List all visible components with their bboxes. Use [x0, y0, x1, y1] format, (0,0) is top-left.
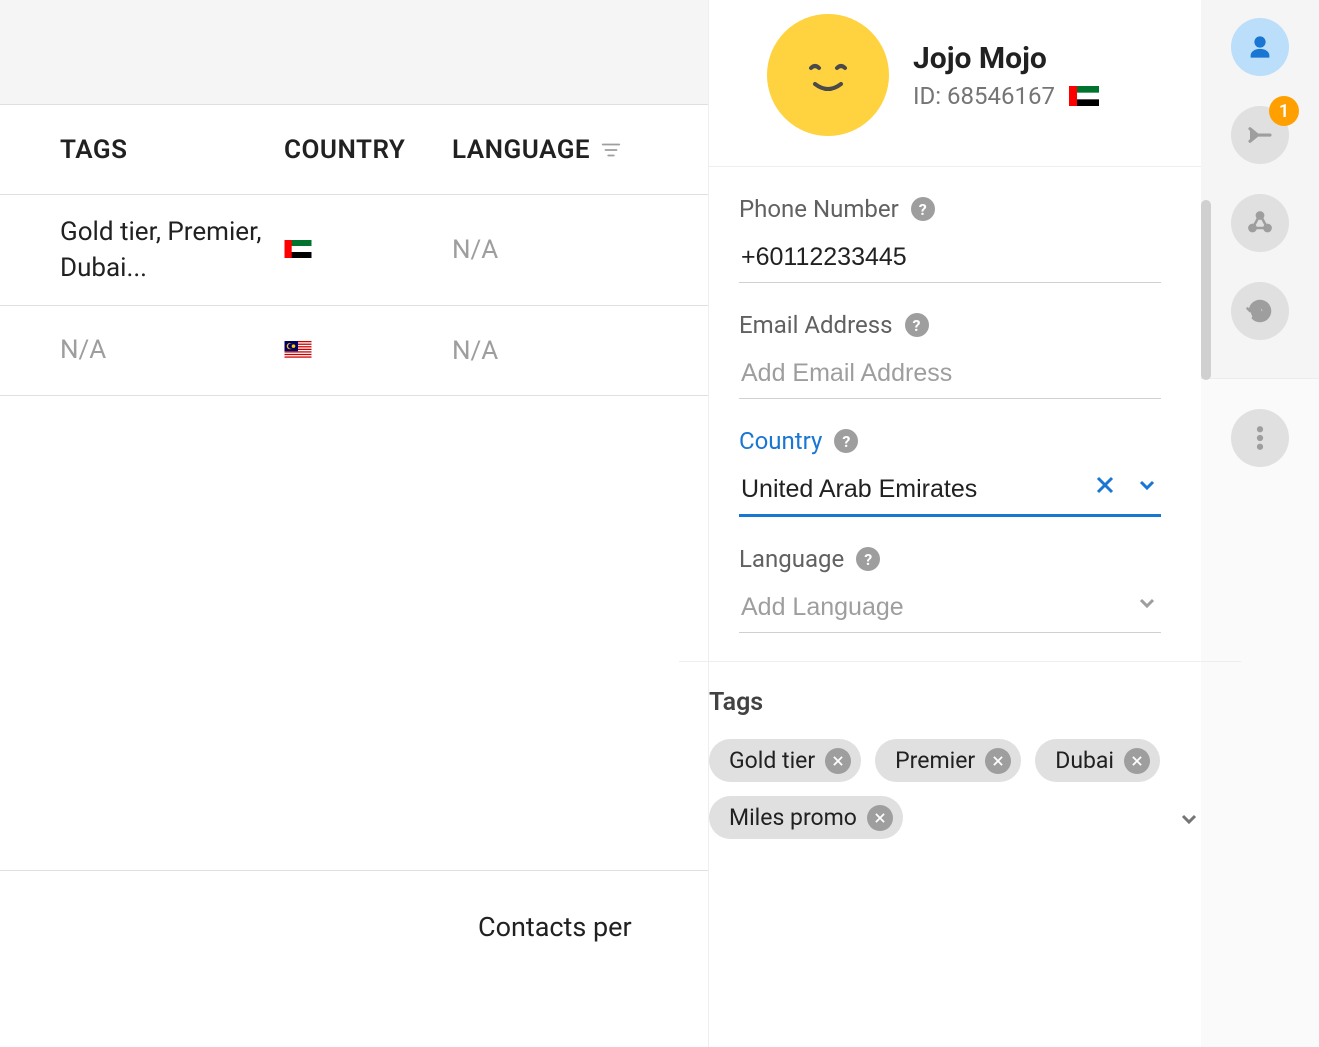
tag-label: Premier: [895, 747, 975, 774]
rail-more-button[interactable]: [1231, 409, 1289, 467]
phone-input[interactable]: [739, 237, 1161, 283]
share-icon: [1245, 208, 1275, 238]
flag-malaysia-icon: [284, 341, 312, 359]
email-label: Email Address: [739, 311, 893, 339]
remove-tag-icon[interactable]: [825, 748, 851, 774]
contact-detail-panel: Jojo Mojo ID: 68546167 Phone Number ? Em…: [708, 0, 1201, 1047]
th-tags[interactable]: TAGS: [60, 135, 284, 165]
rail-merge-button[interactable]: 1: [1231, 106, 1289, 164]
flag-uae-icon: [284, 240, 312, 258]
clear-icon[interactable]: [1093, 473, 1117, 497]
row-country: [284, 336, 452, 366]
th-country[interactable]: COUNTRY: [284, 135, 452, 165]
rail-badge: 1: [1269, 96, 1299, 126]
tag-label: Gold tier: [729, 747, 815, 774]
field-country: Country ?: [739, 427, 1161, 517]
row-tags: Gold tier, Premier, Dubai...: [60, 214, 284, 287]
field-phone: Phone Number ?: [739, 195, 1161, 283]
panel-header: Jojo Mojo ID: 68546167: [709, 0, 1201, 167]
contact-id: ID: 68546167: [913, 82, 1055, 110]
tag-chip[interactable]: Dubai: [1035, 739, 1160, 782]
flag-uae-icon: [1069, 86, 1099, 106]
field-language: Language ?: [739, 545, 1161, 633]
tag-label: Miles promo: [729, 804, 857, 831]
th-language-label: LANGUAGE: [452, 135, 590, 165]
email-input[interactable]: [739, 353, 1161, 399]
help-icon[interactable]: ?: [911, 197, 935, 221]
help-icon[interactable]: ?: [856, 547, 880, 571]
remove-tag-icon[interactable]: [867, 805, 893, 831]
scrollbar-thumb[interactable]: [1201, 200, 1211, 380]
person-icon: [1245, 32, 1275, 62]
help-icon[interactable]: ?: [834, 429, 858, 453]
language-select[interactable]: [739, 587, 1161, 633]
rail-history-button[interactable]: [1231, 282, 1289, 340]
phone-label: Phone Number: [739, 195, 899, 223]
rail-profile-button[interactable]: [1231, 18, 1289, 76]
tag-label: Dubai: [1055, 747, 1114, 774]
tag-chip[interactable]: Gold tier: [709, 739, 861, 782]
tags-section: Tags Gold tier Premier Dubai Miles promo: [679, 661, 1241, 839]
field-email: Email Address ?: [739, 311, 1161, 399]
row-country: [284, 235, 452, 265]
tag-chip[interactable]: Miles promo: [709, 796, 903, 839]
remove-tag-icon[interactable]: [1124, 748, 1150, 774]
contact-name: Jojo Mojo: [913, 41, 1099, 76]
tags-chips: Gold tier Premier Dubai Miles promo: [709, 739, 1201, 839]
side-rail: 1: [1201, 0, 1319, 378]
language-label: Language: [739, 545, 844, 573]
expand-tags-button[interactable]: [1177, 807, 1201, 835]
chevron-down-icon[interactable]: [1135, 473, 1159, 497]
tags-title: Tags: [709, 688, 1201, 717]
remove-tag-icon[interactable]: [985, 748, 1011, 774]
tag-chip[interactable]: Premier: [875, 739, 1021, 782]
help-icon[interactable]: ?: [905, 313, 929, 337]
merge-icon: [1245, 120, 1275, 150]
rail-share-button[interactable]: [1231, 194, 1289, 252]
chevron-down-icon[interactable]: [1135, 591, 1159, 615]
row-tags: N/A: [60, 332, 284, 368]
sort-icon[interactable]: [600, 139, 622, 161]
more-vertical-icon: [1245, 423, 1275, 453]
avatar: [767, 14, 889, 136]
history-icon: [1245, 296, 1275, 326]
country-label: Country: [739, 427, 822, 455]
contacts-per-label: Contacts per: [478, 911, 632, 943]
